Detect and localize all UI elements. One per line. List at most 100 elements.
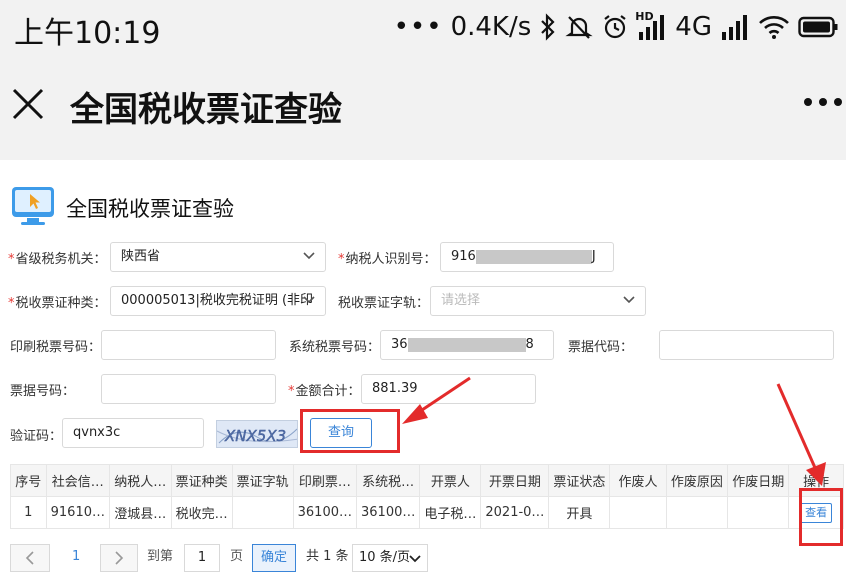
amount-input[interactable]: 881.39	[361, 374, 536, 404]
column-header[interactable]: 作废原因	[665, 464, 729, 497]
ticket-type-value: 000005013|税收完税证明 (非印	[121, 293, 314, 308]
network-speed: 0.4K/s	[450, 12, 532, 42]
title-bar: 全国税收票证查验	[0, 54, 846, 160]
taxpayer-id-suffix: J	[591, 249, 596, 264]
system-no-input[interactable]: 36 8	[380, 330, 554, 360]
chevron-down-icon	[303, 252, 315, 260]
cell-taxpayer: 澄城县…	[108, 496, 172, 529]
bill-no-label: 票据号码：	[10, 384, 76, 399]
system-no-label: 系统税票号码：	[289, 340, 381, 355]
print-no-label: 印刷税票号码：	[10, 340, 102, 355]
province-select[interactable]: 陕西省	[110, 242, 326, 272]
table-header-row: 序号 社会信… 纳税人… 票证种类 票证字轨 印刷票… 系统税… 开票人 开票日…	[10, 464, 844, 497]
cell-void-reason	[665, 496, 729, 529]
column-header[interactable]: 作废日期	[727, 464, 790, 497]
cell-issuer: 电子税…	[419, 496, 482, 529]
cell-void-date	[727, 496, 790, 529]
page-size-value: 10 条/页	[359, 550, 411, 565]
cell-ticket-track	[231, 496, 294, 529]
cell-issue-date: 2021-0…	[480, 496, 550, 529]
highlight-box	[799, 488, 843, 546]
bill-code-input[interactable]	[659, 330, 834, 360]
amount-value: 881.39	[372, 381, 418, 396]
column-header[interactable]: 开票人	[419, 464, 482, 497]
page-unit-label: 页	[230, 549, 244, 564]
column-header[interactable]: 序号	[10, 464, 47, 497]
table-row: 1 91610… 澄城县… 税收完… 36100… 36100… 电子税… 20…	[10, 496, 844, 529]
signal-2-icon	[720, 14, 750, 40]
column-header[interactable]: 作废人	[609, 464, 667, 497]
chevron-right-icon	[115, 550, 124, 565]
redacted-block	[475, 249, 592, 264]
print-no-input[interactable]	[101, 330, 276, 360]
monitor-icon	[10, 185, 56, 231]
goto-label: 到第	[147, 549, 174, 564]
ticket-type-select[interactable]: 000005013|税收完税证明 (非印	[110, 286, 326, 316]
taxpayer-id-prefix: 916	[451, 249, 476, 264]
cell-ticket-type: 税收完…	[170, 496, 233, 529]
page-size-select[interactable]: 10 条/页	[352, 544, 428, 572]
column-header[interactable]: 开票日期	[480, 464, 550, 497]
bluetooth-icon	[539, 13, 557, 41]
column-header[interactable]: 印刷票…	[292, 464, 358, 497]
section-title: 全国税收票证查验	[66, 197, 234, 221]
ticket-track-label: 税收票证字轨：	[338, 296, 430, 311]
status-bar: 上午10:19 ••• 0.4K/s HD 4G	[0, 0, 846, 54]
network-type: 4G	[675, 12, 712, 42]
main-content: 全国税收票证查验 *省级税务机关： 陕西省 *纳税人识别号： 916 J *税收票…	[0, 160, 846, 587]
cell-social-credit: 91610…	[45, 496, 110, 529]
column-header[interactable]: 系统税…	[355, 464, 421, 497]
close-icon[interactable]	[8, 84, 48, 124]
chevron-down-icon	[409, 555, 421, 563]
section-header: 全国税收票证查验	[10, 186, 234, 230]
system-no-suffix: 8	[525, 337, 534, 352]
system-no-prefix: 36	[391, 337, 408, 352]
captcha-image[interactable]: XNX5X3	[216, 420, 298, 448]
captcha-image-text: XNX5X3	[224, 427, 286, 445]
cell-index: 1	[10, 496, 47, 529]
next-page-button[interactable]	[100, 544, 138, 572]
wifi-icon	[758, 14, 790, 40]
status-indicators: ••• 0.4K/s HD 4G	[394, 8, 838, 46]
hd-badge: HD	[635, 10, 654, 23]
province-label: *省级税务机关：	[8, 252, 107, 267]
ticket-track-placeholder: 请选择	[441, 293, 481, 308]
column-header[interactable]: 票证种类	[170, 464, 233, 497]
column-header[interactable]: 票证字轨	[231, 464, 294, 497]
chevron-left-icon	[25, 550, 34, 565]
ticket-type-label: *税收票证种类：	[8, 296, 107, 311]
more-menu-icon[interactable]	[804, 92, 842, 112]
column-header[interactable]: 纳税人…	[108, 464, 172, 497]
column-header[interactable]: 社会信…	[45, 464, 110, 497]
captcha-label: 验证码：	[10, 429, 63, 444]
redacted-block	[407, 337, 526, 352]
cell-print-no: 36100…	[292, 496, 358, 529]
results-table: 序号 社会信… 纳税人… 票证种类 票证字轨 印刷票… 系统税… 开票人 开票日…	[10, 464, 844, 529]
mute-icon	[565, 13, 593, 41]
taxpayer-id-input[interactable]: 916 J	[440, 242, 614, 272]
alarm-icon	[601, 13, 629, 41]
signal-icon: HD	[635, 10, 667, 40]
battery-icon	[798, 15, 838, 39]
cell-system-no: 36100…	[355, 496, 421, 529]
cell-void-by	[609, 496, 667, 529]
column-header[interactable]: 票证状态	[548, 464, 611, 497]
captcha-value: qvnx3c	[73, 425, 121, 440]
page-title: 全国税收票证查验	[70, 90, 342, 130]
ticket-track-select[interactable]: 请选择	[430, 286, 646, 316]
chevron-down-icon	[623, 296, 635, 304]
bill-code-label: 票据代码：	[568, 340, 634, 355]
highlight-box	[300, 409, 400, 453]
taxpayer-id-label: *纳税人识别号：	[338, 252, 437, 267]
confirm-button[interactable]: 确定	[252, 544, 296, 572]
bill-no-input[interactable]	[101, 374, 276, 404]
total-count: 共 1 条	[306, 549, 349, 564]
cell-status: 开具	[548, 496, 611, 529]
more-notifications-icon: •••	[393, 12, 443, 42]
prev-page-button[interactable]	[10, 544, 50, 572]
chevron-down-icon	[303, 296, 315, 304]
amount-label: *金额合计：	[288, 384, 361, 399]
captcha-input[interactable]: qvnx3c	[62, 418, 204, 448]
current-page[interactable]: 1	[72, 544, 80, 572]
page-input[interactable]: 1	[184, 544, 220, 572]
